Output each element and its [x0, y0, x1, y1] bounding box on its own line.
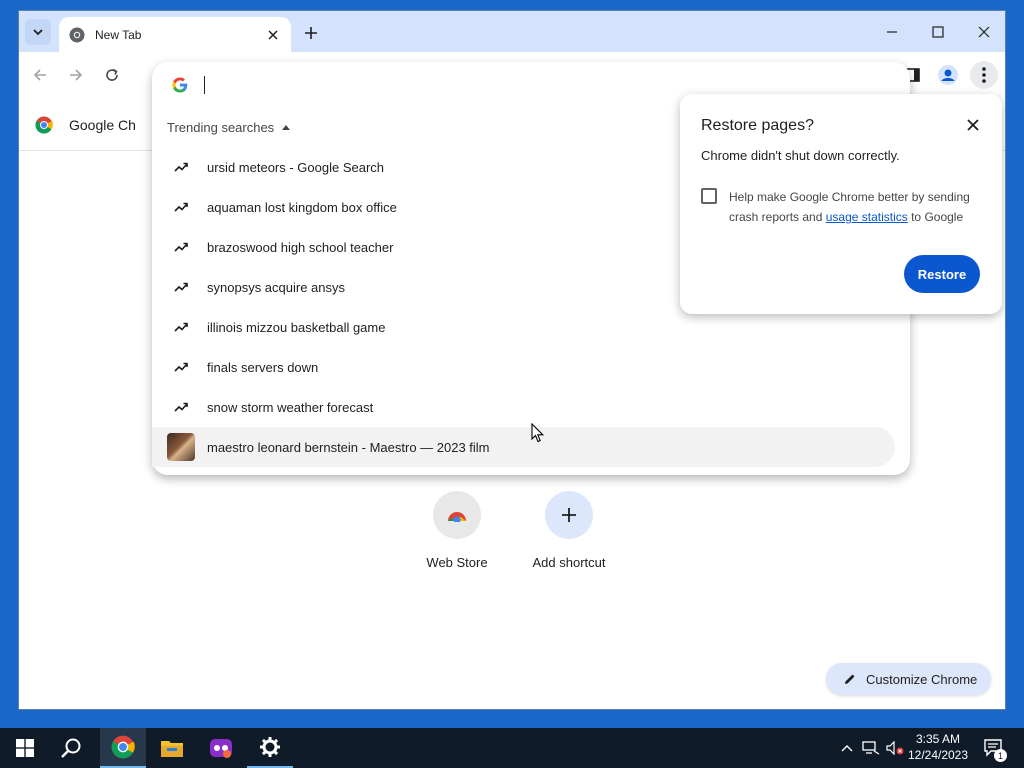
plus-icon [545, 491, 593, 539]
maximize-icon [932, 26, 944, 38]
suggestion-item-highlighted[interactable]: maestro leonard bernstein - Maestro — 20… [152, 427, 895, 467]
trending-icon [172, 318, 190, 336]
chrome-color-logo-icon [111, 735, 135, 759]
suggestion-item[interactable]: snow storm weather forecast [152, 387, 895, 427]
dialog-message: Chrome didn't shut down correctly. [701, 148, 900, 163]
dialog-title: Restore pages? [701, 117, 814, 134]
checkbox-text-part2: to Google [907, 210, 964, 224]
search-icon [61, 738, 81, 758]
search-button[interactable] [48, 728, 94, 768]
chrome-color-logo-icon [35, 116, 53, 134]
suggestion-text: synopsys acquire ansys [207, 279, 346, 295]
checkbox-label: Help make Google Chrome better by sendin… [729, 187, 984, 227]
app-mask-icon [210, 739, 232, 758]
taskbar-app-purple[interactable] [198, 728, 244, 768]
maximize-button[interactable] [915, 17, 961, 47]
chrome-logo-icon [69, 27, 85, 42]
trending-icon [172, 158, 190, 176]
crash-report-checkbox[interactable] [701, 188, 717, 204]
gear-icon [260, 737, 280, 757]
kebab-menu-icon [982, 67, 986, 83]
restore-button[interactable]: Restore [904, 255, 980, 293]
close-icon [978, 26, 990, 38]
tab-close-icon[interactable] [265, 27, 281, 43]
volume-muted-icon [886, 741, 904, 755]
close-icon[interactable] [964, 116, 982, 134]
suggestion-text: snow storm weather forecast [207, 399, 374, 415]
trending-icon [172, 398, 190, 416]
bookmark-google-chrome[interactable]: Google Ch [35, 116, 136, 134]
new-tab-button[interactable] [299, 21, 323, 45]
profile-avatar-icon [938, 65, 958, 85]
restore-pages-dialog: Restore pages? Chrome didn't shut down c… [680, 94, 1002, 314]
folder-icon [161, 741, 183, 757]
system-clock[interactable]: 3:35 AM 12/24/2023 [906, 731, 970, 763]
tab-strip: New Tab [19, 11, 1005, 52]
forward-button[interactable] [63, 62, 89, 88]
trending-icon [172, 238, 190, 256]
menu-button[interactable] [970, 61, 998, 89]
mouse-cursor-icon [531, 423, 545, 443]
minimize-icon [887, 31, 897, 33]
bookmark-label: Google Ch [69, 117, 136, 133]
tab-search-button[interactable] [25, 19, 51, 45]
taskbar: 3:35 AM 12/24/2023 1 [0, 728, 1024, 768]
back-arrow-icon [33, 69, 46, 81]
pencil-icon [845, 674, 855, 684]
show-hidden-icons-button[interactable] [838, 728, 856, 768]
suggestion-text: maestro leonard bernstein - Maestro — 20… [207, 439, 490, 455]
trending-searches-header[interactable]: Trending searches [167, 120, 291, 135]
trending-icon [172, 358, 190, 376]
close-window-button[interactable] [961, 17, 1005, 47]
suggestion-text: brazoswood high school teacher [207, 239, 394, 255]
back-button[interactable] [27, 62, 53, 88]
chevron-up-icon [841, 745, 853, 752]
taskbar-settings[interactable] [247, 728, 293, 768]
start-button[interactable] [2, 728, 48, 768]
network-icon [862, 741, 880, 755]
network-button[interactable] [860, 728, 882, 768]
text-caret [204, 76, 205, 94]
webstore-icon [433, 491, 481, 539]
clock-time: 3:35 AM [915, 732, 961, 746]
shortcut-label: Add shortcut [532, 555, 606, 570]
notification-count-badge: 1 [994, 749, 1007, 762]
tab-new-tab[interactable]: New Tab [59, 17, 291, 52]
plus-icon [305, 27, 317, 39]
trending-searches-label: Trending searches [167, 120, 275, 135]
suggestion-text: finals servers down [207, 359, 319, 375]
clock-date: 12/24/2023 [907, 748, 969, 762]
forward-arrow-icon [70, 69, 83, 81]
taskbar-chrome[interactable] [100, 728, 146, 768]
windows-logo-icon [16, 739, 34, 757]
trending-icon [172, 198, 190, 216]
suggestion-thumbnail [167, 433, 195, 461]
taskbar-file-explorer[interactable] [149, 728, 195, 768]
tab-title: New Tab [95, 27, 142, 42]
usage-statistics-link[interactable]: usage statistics [826, 210, 908, 224]
chrome-window: New Tab Google Ch Web Store Add shortcut… [18, 10, 1006, 710]
customize-label: Customize Chrome [866, 671, 978, 687]
suggestion-text: illinois mizzou basketball game [207, 319, 386, 335]
suggestion-item[interactable]: finals servers down [152, 347, 895, 387]
trending-icon [172, 278, 190, 296]
suggestion-text: aquaman lost kingdom box office [207, 199, 397, 215]
chevron-down-icon [33, 29, 43, 36]
profile-button[interactable] [934, 61, 962, 89]
google-g-icon [172, 77, 188, 93]
shortcut-web-store[interactable]: Web Store [407, 491, 507, 570]
minimize-button[interactable] [869, 17, 915, 47]
reload-button[interactable] [99, 62, 125, 88]
shortcut-label: Web Store [426, 555, 488, 570]
reload-icon [106, 68, 118, 81]
action-center-button[interactable]: 1 [980, 728, 1008, 768]
volume-button[interactable] [884, 728, 906, 768]
suggestion-text: ursid meteors - Google Search [207, 159, 385, 175]
customize-chrome-button[interactable]: Customize Chrome [826, 663, 991, 695]
shortcut-add[interactable]: Add shortcut [519, 491, 619, 570]
caret-up-icon [282, 125, 291, 130]
